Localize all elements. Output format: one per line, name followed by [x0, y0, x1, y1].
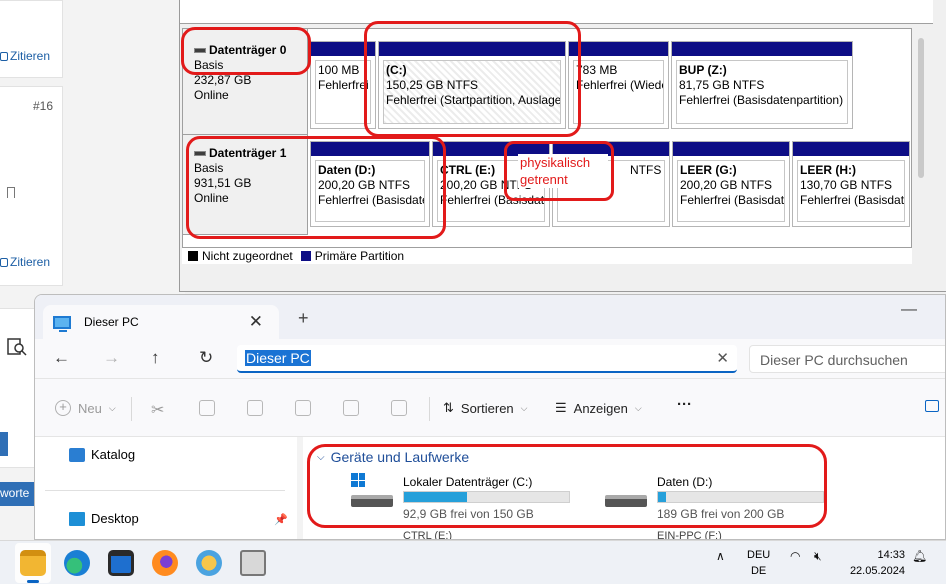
paste-icon[interactable]: [247, 400, 263, 416]
this-pc-icon: [53, 315, 71, 332]
speaker-muted-icon[interactable]: 🔇︎: [814, 549, 822, 564]
forum-post-card: #16 Zitieren: [0, 86, 63, 286]
post-number[interactable]: #16: [33, 99, 53, 113]
chevron-down-icon: ⌵: [520, 402, 528, 413]
drive-f-peek[interactable]: EIN-PPC (F:): [657, 530, 722, 539]
navigation-pane: Katalog Desktop 📌: [35, 437, 303, 539]
blue-tab[interactable]: worte: [0, 482, 36, 506]
plus-icon: +: [55, 400, 71, 416]
new-tab-button[interactable]: +: [298, 308, 309, 329]
forward-icon[interactable]: →: [103, 348, 120, 368]
sort-icon: ⇅: [443, 400, 454, 415]
quote-link[interactable]: Zitieren: [0, 49, 50, 63]
forum-post-card: Zitieren: [0, 0, 63, 78]
taskbar: ∧ DEU DE ◠ 🔇︎ 14:33 22.05.2024 🔔︎: [0, 540, 946, 584]
partition-h[interactable]: LEER (H:) 130,70 GB NTFS Fehlerfrei (Bas…: [792, 141, 910, 227]
details-pane-icon[interactable]: [925, 400, 939, 412]
partition-z[interactable]: BUP (Z:) 81,75 GB NTFS Fehlerfrei (Basis…: [671, 41, 853, 129]
view-icon: ☰: [555, 400, 567, 415]
more-options-button[interactable]: ···: [677, 396, 692, 413]
clear-address-icon[interactable]: ✕: [716, 349, 729, 367]
tab-this-pc[interactable]: Dieser PC ✕: [43, 305, 279, 339]
blue-chip: [0, 432, 8, 456]
navigation-bar: ← → ↑ ↻ Dieser PC ✕ Dieser PC durchsuche…: [35, 339, 945, 379]
sort-button[interactable]: ⇅ Sortieren ⌵: [443, 400, 527, 416]
tab-strip: Dieser PC ✕ + —: [35, 295, 945, 339]
search-input[interactable]: Dieser PC durchsuchen: [749, 345, 945, 373]
pin-icon: 📌: [274, 514, 288, 526]
annotation-note: physikalisch getrennt: [518, 154, 608, 188]
desktop-icon: [69, 511, 85, 526]
cut-icon[interactable]: ✂: [151, 400, 164, 420]
chevron-up-icon[interactable]: ∧: [716, 549, 725, 563]
store-icon[interactable]: [108, 550, 134, 576]
view-button[interactable]: ☰ Anzeigen ⌵: [555, 400, 642, 416]
notification-bell-icon[interactable]: 🔔︎: [912, 549, 927, 563]
legend-item-primary: Primäre Partition: [300, 249, 404, 263]
language-indicator[interactable]: DEU DE: [747, 547, 770, 579]
gallery-icon: [69, 447, 85, 462]
address-bar[interactable]: Dieser PC ✕: [237, 345, 737, 373]
annotation-box-drives: [307, 444, 827, 528]
copy-icon[interactable]: [199, 400, 215, 416]
printer-icon[interactable]: [240, 550, 266, 576]
partition-recovery[interactable]: 783 MB Fehlerfrei (Wiede: [568, 41, 669, 129]
vertical-scrollbar[interactable]: [913, 28, 931, 264]
partition-g[interactable]: LEER (G:) 200,20 GB NTFS Fehlerfrei (Bas…: [672, 141, 790, 227]
wifi-icon[interactable]: ◠: [790, 549, 800, 563]
annotation-box-disk1: [186, 136, 446, 239]
share-icon[interactable]: [343, 400, 359, 416]
legend-item-unallocated: Nicht zugeordnet: [188, 249, 293, 263]
command-bar: + Neu ⌵ ✂ ⇅ Sortieren ⌵ ☰ Anzeigen ⌵ ···: [35, 379, 945, 437]
refresh-icon[interactable]: ↻: [199, 348, 213, 368]
annotation-box-partition-c: [364, 21, 581, 137]
delete-icon[interactable]: [391, 400, 407, 416]
chevron-down-icon: ⌵: [634, 402, 642, 413]
close-tab-icon[interactable]: ✕: [249, 312, 263, 332]
minimize-icon[interactable]: —: [901, 301, 917, 319]
bookmark-icon[interactable]: [7, 187, 15, 198]
legend: Nicht zugeordnet Primäre Partition: [182, 247, 912, 264]
up-icon[interactable]: ↑: [151, 348, 160, 368]
settings-sun-icon[interactable]: [196, 550, 222, 576]
back-icon[interactable]: ←: [53, 348, 70, 368]
file-explorer-icon[interactable]: [20, 550, 46, 576]
nav-item-katalog[interactable]: Katalog: [69, 447, 135, 462]
rename-icon[interactable]: [295, 400, 311, 416]
quote-link[interactable]: Zitieren: [0, 255, 50, 269]
new-button[interactable]: + Neu ⌵: [55, 400, 116, 416]
nav-item-desktop[interactable]: Desktop: [69, 511, 139, 526]
quote-icon: [0, 51, 8, 61]
clock[interactable]: 14:33 22.05.2024: [845, 547, 905, 579]
annotation-box-disk0: [181, 27, 311, 75]
firefox-icon[interactable]: [152, 550, 178, 576]
chevron-down-icon: ⌵: [108, 402, 116, 413]
document-search-icon[interactable]: [6, 337, 28, 357]
quote-icon: [0, 257, 8, 267]
drive-e-peek[interactable]: CTRL (E:): [403, 530, 452, 539]
edge-icon[interactable]: [64, 550, 90, 576]
nav-scrollbar[interactable]: [297, 437, 303, 539]
